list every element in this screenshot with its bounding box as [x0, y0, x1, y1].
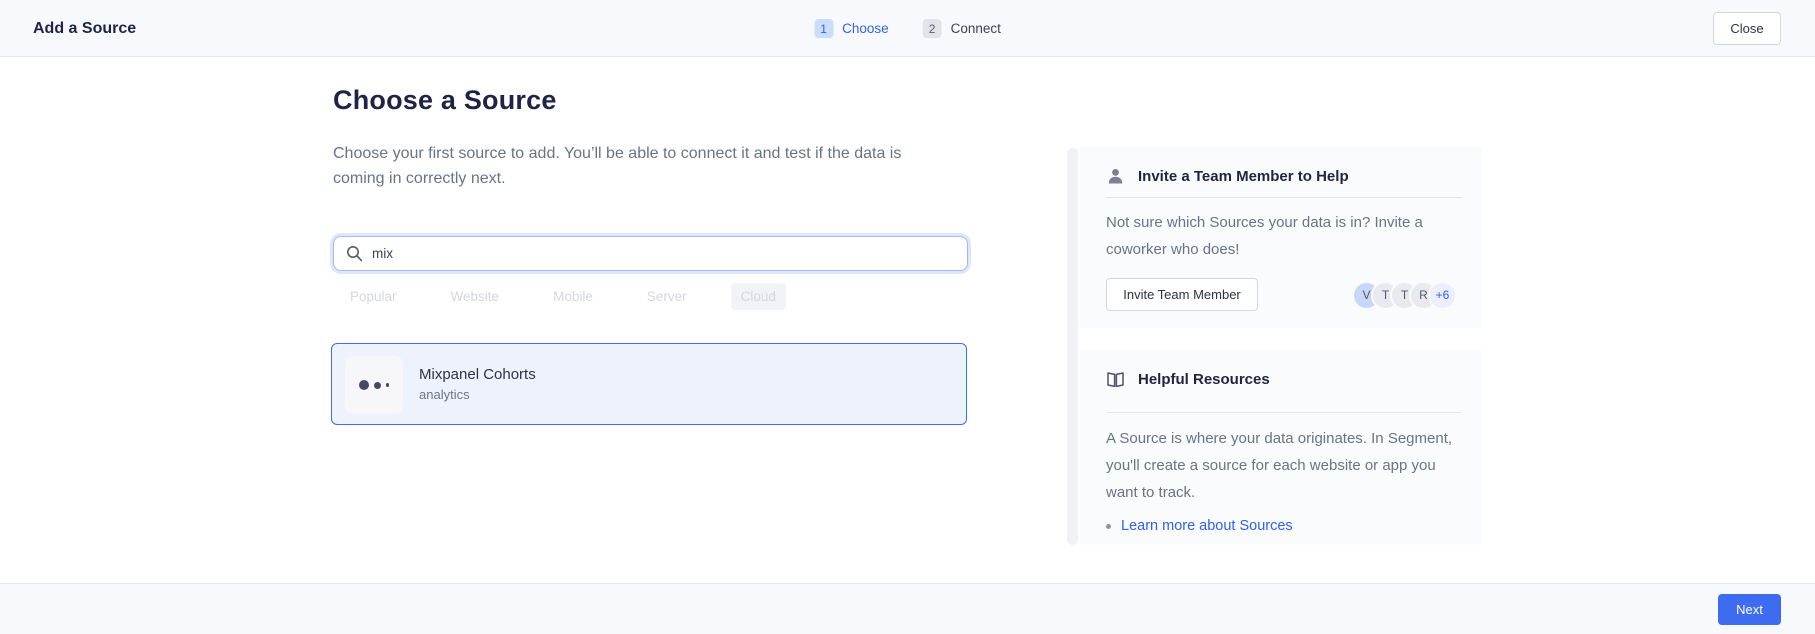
resources-panel-title: Helpful Resources: [1138, 371, 1270, 388]
step-choose[interactable]: 1 Choose: [814, 19, 889, 38]
tab-cloud[interactable]: Cloud: [731, 283, 786, 310]
invite-panel-header: Invite a Team Member to Help: [1106, 159, 1460, 193]
source-category: analytics: [419, 387, 470, 402]
source-search: [333, 236, 968, 271]
next-button[interactable]: Next: [1718, 594, 1781, 625]
category-tabs: Popular Website Mobile Server Cloud: [340, 281, 786, 311]
main-heading: Choose a Source: [333, 85, 557, 116]
step-label: Choose: [842, 21, 889, 36]
close-button[interactable]: Close: [1713, 12, 1781, 45]
footer-bar: Next: [0, 583, 1815, 634]
step-number-badge: 1: [814, 19, 833, 38]
resources-panel: Helpful Resources A Source is where your…: [1080, 350, 1482, 545]
book-icon: [1106, 370, 1125, 389]
add-source-page: Add a Source 1 Choose 2 Connect Close Ch…: [0, 0, 1815, 634]
tab-mobile[interactable]: Mobile: [543, 283, 603, 310]
team-avatar-stack: V T T R +6: [1352, 280, 1457, 310]
top-bar: Add a Source 1 Choose 2 Connect Close: [0, 0, 1815, 57]
avatar-overflow-count[interactable]: +6: [1428, 281, 1457, 310]
tab-server[interactable]: Server: [637, 283, 697, 310]
mixpanel-dot: [386, 383, 390, 387]
main-description: Choose your first source to add. You’ll …: [333, 141, 925, 191]
source-title: Mixpanel Cohorts: [419, 366, 536, 383]
invite-panel-text: Not sure which Sources your data is in? …: [1106, 209, 1451, 263]
search-input[interactable]: [333, 236, 968, 271]
resources-panel-header: Helpful Resources: [1106, 362, 1460, 396]
mixpanel-dot: [374, 382, 381, 389]
step-number-badge: 2: [923, 19, 942, 38]
tab-popular[interactable]: Popular: [340, 283, 407, 310]
page-title: Add a Source: [33, 0, 136, 57]
step-label: Connect: [951, 21, 1001, 36]
invite-panel: Invite a Team Member to Help Not sure wh…: [1080, 147, 1482, 328]
invite-panel-title: Invite a Team Member to Help: [1138, 168, 1349, 185]
resource-list-item: Learn more about Sources: [1106, 518, 1293, 534]
resources-panel-text: A Source is where your data originates. …: [1106, 425, 1458, 506]
learn-more-sources-link[interactable]: Learn more about Sources: [1121, 518, 1293, 534]
sidebar-scrollbar[interactable]: [1067, 148, 1078, 545]
source-result-mixpanel-cohorts[interactable]: Mixpanel Cohorts analytics: [331, 343, 967, 425]
divider: [1106, 412, 1462, 413]
mixpanel-dot: [359, 380, 369, 390]
step-connect[interactable]: 2 Connect: [923, 19, 1001, 38]
tab-website[interactable]: Website: [441, 283, 510, 310]
person-icon: [1106, 167, 1125, 186]
divider: [1106, 197, 1462, 198]
invite-team-member-button[interactable]: Invite Team Member: [1106, 278, 1258, 311]
stepper: 1 Choose 2 Connect: [814, 0, 1001, 57]
resource-links: Learn more about Sources: [1106, 518, 1293, 534]
mixpanel-logo-icon: [345, 356, 403, 414]
bullet-icon: [1106, 524, 1111, 529]
